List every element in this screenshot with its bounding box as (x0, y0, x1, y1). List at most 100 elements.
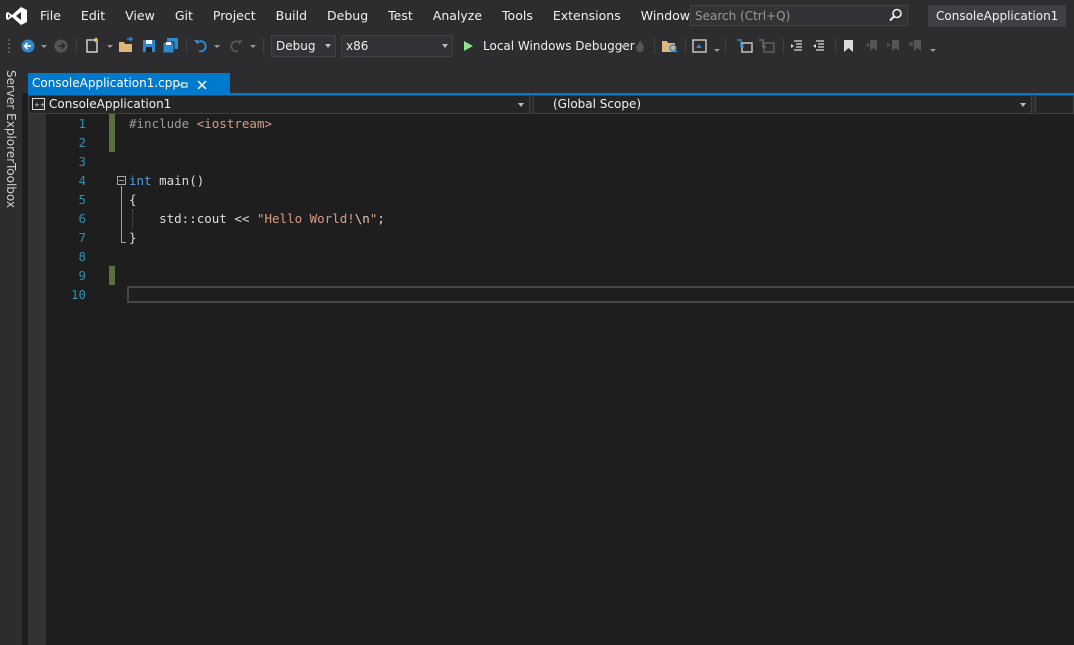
menu-git[interactable]: Git (165, 0, 203, 32)
change-marker (109, 266, 115, 285)
menu-extensions[interactable]: Extensions (543, 0, 631, 32)
find-in-files-icon[interactable] (661, 37, 679, 55)
clear-bookmarks-icon[interactable] (908, 37, 924, 55)
escape-sequence-token: \n (354, 211, 370, 226)
menu-file[interactable]: File (30, 0, 71, 32)
outline-region-end (121, 242, 126, 243)
line-number: 7 (78, 230, 86, 245)
toolbox-tab[interactable]: Toolbox (4, 163, 18, 208)
solution-title: ConsoleApplication1 (928, 5, 1067, 27)
member-dropdown[interactable] (1035, 95, 1074, 114)
new-project-icon[interactable] (84, 37, 102, 55)
scope-name: (Global Scope) (553, 97, 642, 111)
toolbar-separator (783, 38, 784, 54)
server-explorer-tab[interactable]: Server Explorer (4, 70, 18, 163)
configuration-value: Debug (276, 39, 316, 53)
code-line-9[interactable]: 9 (28, 266, 1074, 285)
solution-explorer-icon[interactable] (692, 37, 708, 55)
search-icon[interactable] (889, 8, 903, 22)
menu-test[interactable]: Test (378, 0, 423, 32)
toolbar-separator (835, 38, 836, 54)
chevron-down-icon (325, 44, 331, 48)
new-dropdown-icon[interactable] (107, 45, 113, 48)
menu-items: File Edit View Git Project Build Debug T… (30, 0, 749, 32)
configuration-dropdown[interactable]: Debug (271, 35, 336, 57)
code-editor[interactable]: 1 #include <iostream> 2 3 4 int main() 5… (28, 114, 1074, 645)
toolbar-separator (725, 38, 726, 54)
uncomment-icon[interactable] (812, 37, 828, 55)
standard-toolbar: Debug x86 Local Windows Debugger (0, 32, 1074, 60)
toolbar-separator (263, 38, 264, 54)
code-line-3[interactable]: 3 (28, 152, 1074, 171)
menu-project[interactable]: Project (203, 0, 266, 32)
redo-icon[interactable] (228, 37, 244, 55)
platform-dropdown[interactable]: x86 (341, 35, 453, 57)
menu-tools[interactable]: Tools (492, 0, 543, 32)
undo-dropdown-icon[interactable] (214, 45, 220, 48)
navigation-bar: ++ ConsoleApplication1 (Global Scope) (28, 95, 1074, 114)
code-line-5[interactable]: 5 { (28, 190, 1074, 209)
code-line-4[interactable]: 4 int main() (28, 171, 1074, 190)
toolbar-overflow-icon[interactable] (930, 49, 936, 52)
project-dropdown[interactable]: ++ ConsoleApplication1 (28, 95, 530, 114)
redo-dropdown-icon[interactable] (250, 45, 256, 48)
menu-build[interactable]: Build (266, 0, 317, 32)
string-literal-token: "Hello World! (256, 211, 355, 226)
svg-text:++: ++ (34, 101, 46, 109)
change-marker (109, 114, 115, 133)
pin-icon[interactable] (178, 77, 190, 89)
line-number: 1 (78, 116, 86, 131)
save-all-icon[interactable] (162, 37, 180, 55)
previous-bookmark-icon[interactable] (864, 37, 880, 55)
menu-view[interactable]: View (115, 0, 165, 32)
start-debugging-button[interactable]: Local Windows Debugger (460, 35, 635, 57)
semicolon-token: ; (377, 211, 385, 226)
code-line-10[interactable]: 10 (28, 285, 1074, 304)
line-number: 9 (78, 268, 86, 283)
bookmark-icon[interactable] (842, 37, 856, 55)
function-token: main() (151, 173, 205, 188)
code-line-7[interactable]: 7 } (28, 228, 1074, 247)
save-icon[interactable] (141, 37, 157, 55)
undo-icon[interactable] (193, 37, 209, 55)
comment-icon[interactable] (790, 37, 806, 55)
line-number: 2 (78, 135, 86, 150)
toolbar-separator (685, 38, 686, 54)
debug-target-dropdown-icon[interactable] (620, 45, 626, 48)
menu-analyze[interactable]: Analyze (423, 0, 492, 32)
step-over-icon[interactable] (758, 37, 776, 55)
run-icon (464, 41, 473, 51)
indent-guide (132, 209, 133, 229)
code-text: #include <iostream> (129, 114, 272, 133)
keyword-token: int (129, 173, 152, 188)
code-line-6[interactable]: 6 std::cout << "Hello World!\n"; (28, 209, 1074, 228)
back-icon[interactable] (20, 37, 36, 55)
search-input[interactable]: Search (Ctrl+Q) (690, 5, 908, 26)
open-file-icon[interactable] (118, 37, 134, 55)
toolbar-grip[interactable] (7, 38, 11, 54)
line-number: 10 (70, 287, 86, 302)
forward-icon[interactable] (53, 37, 69, 55)
project-name: ConsoleApplication1 (49, 97, 172, 111)
back-dropdown-icon[interactable] (41, 45, 47, 48)
close-icon[interactable] (196, 77, 208, 90)
tab-label: ConsoleApplication1.cpp (32, 76, 180, 90)
toolbar-separator (186, 38, 187, 54)
line-number: 3 (78, 154, 86, 169)
visual-studio-logo-icon[interactable] (6, 6, 28, 26)
statement-token: std::cout << (129, 211, 257, 226)
next-bookmark-icon[interactable] (886, 37, 902, 55)
tab-consoleapplication1-cpp[interactable]: ConsoleApplication1.cpp (28, 73, 230, 93)
step-icon[interactable] (736, 37, 754, 55)
tool-window-strip: Server Explorer Toolbox (0, 60, 22, 645)
chevron-down-icon (518, 103, 524, 107)
hot-reload-icon[interactable] (633, 37, 647, 55)
code-line-2[interactable]: 2 (28, 133, 1074, 152)
solution-dropdown-icon[interactable] (714, 49, 720, 52)
menu-debug[interactable]: Debug (317, 0, 378, 32)
code-line-1[interactable]: 1 #include <iostream> (28, 114, 1074, 133)
menu-edit[interactable]: Edit (71, 0, 115, 32)
collapse-region-icon[interactable] (117, 176, 126, 185)
scope-dropdown[interactable]: (Global Scope) (533, 95, 1032, 114)
code-line-8[interactable]: 8 (28, 247, 1074, 266)
